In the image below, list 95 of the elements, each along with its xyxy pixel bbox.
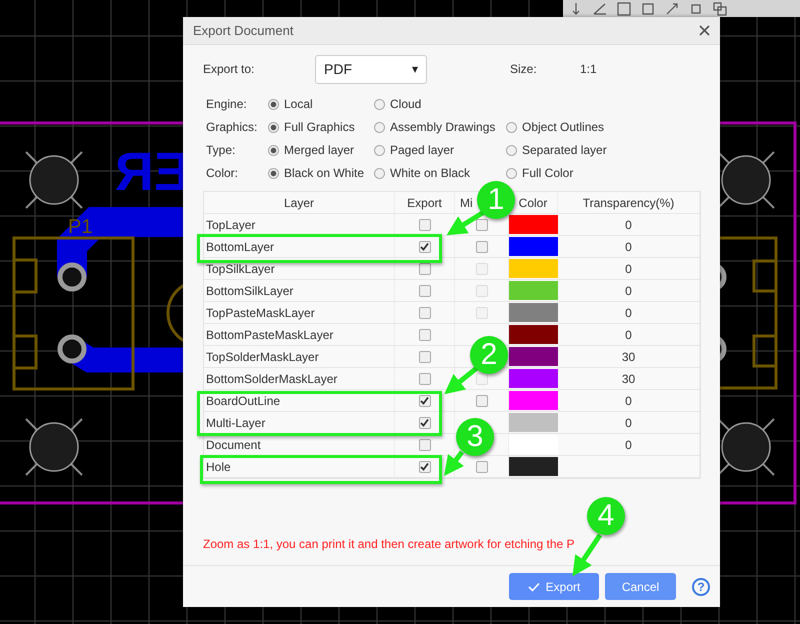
checkbox[interactable]: [418, 350, 430, 362]
check-icon: [528, 582, 540, 592]
option-label: Type:: [206, 143, 236, 157]
checkbox[interactable]: [476, 460, 488, 472]
color-swatch[interactable]: [509, 391, 558, 410]
arrow: [446, 210, 486, 236]
close-icon[interactable]: [699, 25, 710, 36]
color-swatch[interactable]: [509, 303, 558, 322]
option-label: Engine:: [206, 97, 248, 111]
color-swatch[interactable]: [509, 237, 558, 256]
size-value: 1:1: [580, 62, 597, 76]
field-label: Export to:: [203, 62, 256, 76]
checkbox[interactable]: [418, 328, 430, 340]
square-icon[interactable]: [641, 2, 655, 16]
mounting-hole: [25, 151, 83, 209]
option-label: Graphics:: [206, 120, 258, 134]
table-cell: Hole: [204, 456, 395, 477]
color-swatch[interactable]: [509, 259, 558, 278]
color-swatch[interactable]: [509, 281, 558, 300]
table-cell: BoardOutLine: [204, 390, 395, 411]
color-swatch[interactable]: [509, 215, 558, 234]
checkbox[interactable]: [418, 306, 430, 318]
column-header: Layer: [204, 192, 395, 213]
checkbox[interactable]: [476, 394, 488, 406]
table-cell: 0: [558, 214, 700, 235]
checkbox[interactable]: [476, 218, 488, 230]
layers-icon[interactable]: [713, 2, 727, 16]
column-header: Transparency(%): [558, 192, 700, 213]
arrow: [572, 534, 602, 576]
radio-option[interactable]: Local: [268, 97, 374, 111]
radio-option[interactable]: Full Color: [506, 166, 626, 180]
table-cell: BottomSolderMaskLayer: [204, 368, 395, 389]
field-label: Size:: [510, 62, 538, 76]
pad: [58, 262, 86, 292]
radio-option[interactable]: Separated layer: [506, 143, 626, 157]
table-cell: 0: [558, 412, 700, 433]
color-swatch[interactable]: [509, 457, 558, 476]
mounting-hole: [717, 418, 775, 476]
help-icon[interactable]: ?: [692, 578, 710, 596]
format-select[interactable]: PDF ▾: [315, 54, 427, 84]
pad: [58, 334, 86, 364]
dialog-title: Export Document: [193, 23, 294, 38]
arrow: [444, 365, 480, 394]
checkbox[interactable]: [418, 438, 430, 450]
checkbox[interactable]: [418, 218, 430, 230]
mounting-hole: [25, 418, 83, 476]
checkbox[interactable]: [418, 372, 430, 384]
radio-option[interactable]: Full Graphics: [268, 120, 374, 134]
square-icon[interactable]: [689, 2, 703, 16]
checkbox[interactable]: [418, 262, 430, 274]
table-cell: TopSolderMaskLayer: [204, 346, 395, 367]
table-cell: BottomSilkLayer: [204, 280, 395, 301]
option-label: Color:: [206, 166, 240, 180]
table-cell: 0: [558, 258, 700, 279]
table-cell: 0: [558, 390, 700, 411]
column-header: Export: [395, 192, 455, 213]
radio-option[interactable]: Paged layer: [374, 143, 506, 157]
table-cell: TopLayer: [204, 214, 395, 235]
color-swatch[interactable]: [509, 413, 558, 432]
table-cell: 0: [558, 324, 700, 345]
table-cell: 0: [558, 302, 700, 323]
table-cell: BottomLayer: [204, 236, 395, 257]
resize-icon[interactable]: [665, 2, 679, 16]
color-swatch[interactable]: [509, 369, 558, 388]
table-cell: 0: [558, 434, 700, 455]
table-cell: BottomPasteMaskLayer: [204, 324, 395, 345]
table-cell: Multi-Layer: [204, 412, 395, 433]
color-swatch[interactable]: [509, 325, 558, 344]
color-swatch[interactable]: [509, 435, 558, 454]
radio-option[interactable]: Cloud: [374, 97, 506, 111]
column-header: Mi: [460, 196, 473, 210]
radio-option[interactable]: White on Black: [374, 166, 506, 180]
table-cell: TopPasteMaskLayer: [204, 302, 395, 323]
radio-option[interactable]: Object Outlines: [506, 120, 626, 134]
checkbox[interactable]: [418, 284, 430, 296]
radio-option[interactable]: Black on White: [268, 166, 374, 180]
checkbox[interactable]: [418, 416, 430, 428]
mounting-hole: [717, 151, 775, 209]
angle-icon[interactable]: [593, 2, 607, 16]
table-cell: Document: [204, 434, 395, 455]
table-cell: 30: [558, 368, 700, 389]
checkbox[interactable]: [476, 240, 488, 252]
checkbox[interactable]: [418, 460, 430, 472]
hint-text: Zoom as 1:1, you can print it and then create artwork for etching the P: [203, 537, 576, 551]
color-swatch[interactable]: [509, 347, 558, 366]
arrow: [444, 450, 464, 476]
table-cell: 30: [558, 346, 700, 367]
silkscreen-label: P1: [68, 216, 92, 238]
checkbox[interactable]: [418, 394, 430, 406]
checkbox[interactable]: [418, 240, 430, 252]
radio-option[interactable]: Assembly Drawings: [374, 120, 506, 134]
table-cell: 0: [558, 280, 700, 301]
table-cell: TopSilkLayer: [204, 258, 395, 279]
table-cell: 0: [558, 236, 700, 257]
radio-option[interactable]: Merged layer: [268, 143, 374, 157]
